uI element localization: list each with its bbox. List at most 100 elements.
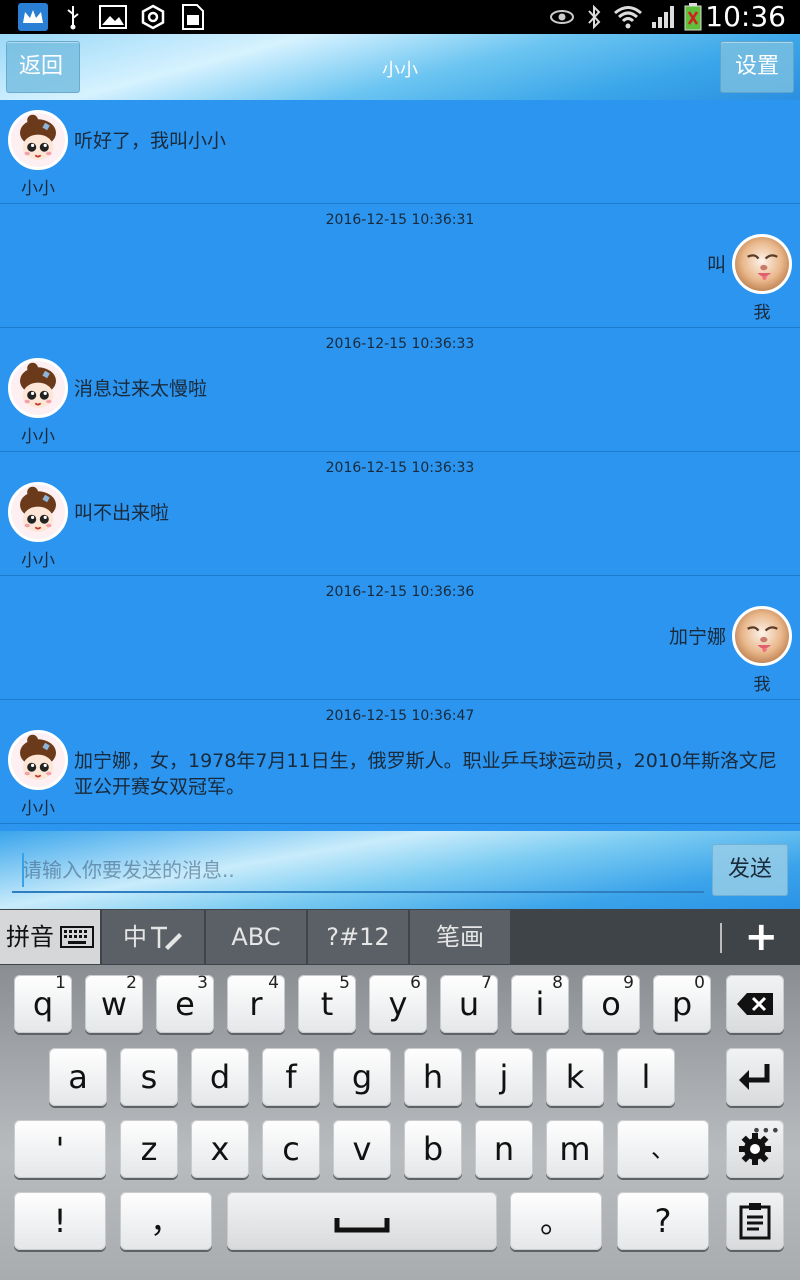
avatar[interactable] (732, 234, 792, 294)
usb-icon (64, 3, 82, 31)
wifi-icon (612, 3, 644, 31)
sim-icon (180, 3, 206, 31)
ime-tab-stroke[interactable]: 笔画 (410, 910, 510, 964)
key[interactable]: 、 (617, 1120, 709, 1178)
avatar[interactable] (8, 482, 68, 542)
key-label: p (671, 985, 693, 1023)
chat-list[interactable]: 2016-12-15 10:36:25小小听好了，我叫小小2016-12-15 … (0, 100, 800, 831)
ime-tab-chinese-label: 中 (123, 923, 147, 951)
key[interactable]: r4 (227, 973, 285, 1033)
backspace-icon (737, 993, 773, 1015)
key[interactable]: w2 (85, 973, 143, 1033)
key-label: h (422, 1058, 444, 1096)
message-input[interactable] (12, 849, 704, 893)
ime-mode-pinyin[interactable]: 拼音 (0, 910, 100, 964)
message-row: 2016-12-15 10:36:33 小小 消息过来太慢啦 (0, 328, 800, 452)
key[interactable]: l (617, 1048, 675, 1106)
backspace-key[interactable] (726, 975, 784, 1033)
handwrite-icon (151, 926, 182, 950)
page-title: 小小 (382, 60, 418, 81)
key-label: l (641, 1058, 651, 1096)
key-label: o (601, 985, 621, 1023)
key[interactable]: s (120, 1048, 178, 1106)
key[interactable]: o9 (582, 973, 640, 1033)
enter-icon (739, 1064, 770, 1090)
key-label: s (140, 1058, 158, 1096)
ime-tab-chinese[interactable]: 中 (102, 910, 204, 964)
key-number-hint: 5 (339, 973, 350, 993)
clipboard-key[interactable] (726, 1192, 784, 1250)
key[interactable]: e3 (156, 973, 214, 1033)
sender-name: 小小 (21, 799, 55, 819)
enter-key[interactable] (726, 1048, 784, 1106)
message-text: 消息过来太慢啦 (74, 378, 208, 400)
key[interactable]: b (404, 1120, 462, 1178)
message-row: 2016-12-15 10:36:33 小小 叫不出来啦 (0, 452, 800, 576)
key[interactable]: f (262, 1048, 320, 1106)
message-timestamp: 2016-12-15 10:36:33 (325, 460, 475, 476)
key-label: x (210, 1130, 230, 1168)
key-label: ? (654, 1202, 672, 1240)
avatar[interactable] (8, 358, 68, 418)
key[interactable]: u7 (440, 973, 498, 1033)
key-label: i (535, 985, 545, 1023)
settings-button[interactable]: 设置 (720, 41, 794, 93)
key-number-hint: 1 (55, 973, 66, 993)
key-label: t (320, 985, 334, 1023)
key-number-hint: 0 (694, 973, 705, 993)
key[interactable]: ! (14, 1192, 106, 1250)
key[interactable]: i8 (511, 973, 569, 1033)
keyboard-icon (60, 926, 94, 948)
key[interactable]: t5 (298, 973, 356, 1033)
key[interactable]: z (120, 1120, 178, 1178)
key[interactable]: k (546, 1048, 604, 1106)
avatar[interactable] (732, 606, 792, 666)
message-row: 2016-12-15 10:36:25 小小 听好了，我叫小小 (0, 100, 800, 204)
image-icon (98, 3, 128, 31)
sender-name: 小小 (21, 179, 55, 199)
key[interactable]: p0 (653, 973, 711, 1033)
ime-tab-abc[interactable]: ABC (206, 910, 306, 964)
settings-key[interactable]: ••• (726, 1120, 784, 1178)
key-label: z (140, 1130, 158, 1168)
key[interactable]: m (546, 1120, 604, 1178)
key[interactable]: ? (617, 1192, 709, 1250)
key[interactable]: h (404, 1048, 462, 1106)
key-label: g (351, 1058, 373, 1096)
key[interactable]: q1 (14, 973, 72, 1033)
eye-icon (548, 3, 576, 31)
key[interactable]: n (475, 1120, 533, 1178)
key-label: b (422, 1130, 444, 1168)
key[interactable]: a (49, 1048, 107, 1106)
key[interactable]: x (191, 1120, 249, 1178)
key[interactable]: ， (120, 1192, 212, 1250)
message-text: 加宁娜 (668, 626, 726, 648)
key[interactable]: y6 (369, 973, 427, 1033)
ime-mode-bar: 拼音 中 ABC ?#12 笔画 + (0, 909, 800, 965)
send-button[interactable]: 发送 (712, 844, 788, 896)
plus-button[interactable]: + (744, 915, 778, 959)
status-time: 10:36 (705, 0, 786, 33)
key[interactable]: v (333, 1120, 391, 1178)
key[interactable]: c (262, 1120, 320, 1178)
avatar[interactable] (8, 730, 68, 790)
key-label: q (32, 985, 54, 1023)
key[interactable]: 。 (510, 1192, 602, 1250)
key-label: 、 (651, 1135, 675, 1163)
key[interactable]: ' (14, 1120, 106, 1178)
key[interactable]: j (475, 1048, 533, 1106)
key[interactable]: g (333, 1048, 391, 1106)
ime-tab-symbols[interactable]: ?#12 (308, 910, 408, 964)
avatar[interactable] (8, 110, 68, 170)
key-number-hint: 9 (623, 973, 634, 993)
space-key[interactable] (227, 1192, 497, 1250)
app-root: { "status_bar": { "time": "10:36", "icon… (0, 0, 800, 1280)
key-label: e (175, 985, 195, 1023)
key-label: r (249, 985, 263, 1023)
text-cursor (22, 853, 24, 887)
sender-name: 小小 (21, 551, 55, 571)
key[interactable]: d (191, 1048, 249, 1106)
key-label: m (559, 1130, 591, 1168)
message-text: 听好了，我叫小小 (74, 130, 227, 152)
crown-icon (18, 3, 48, 31)
